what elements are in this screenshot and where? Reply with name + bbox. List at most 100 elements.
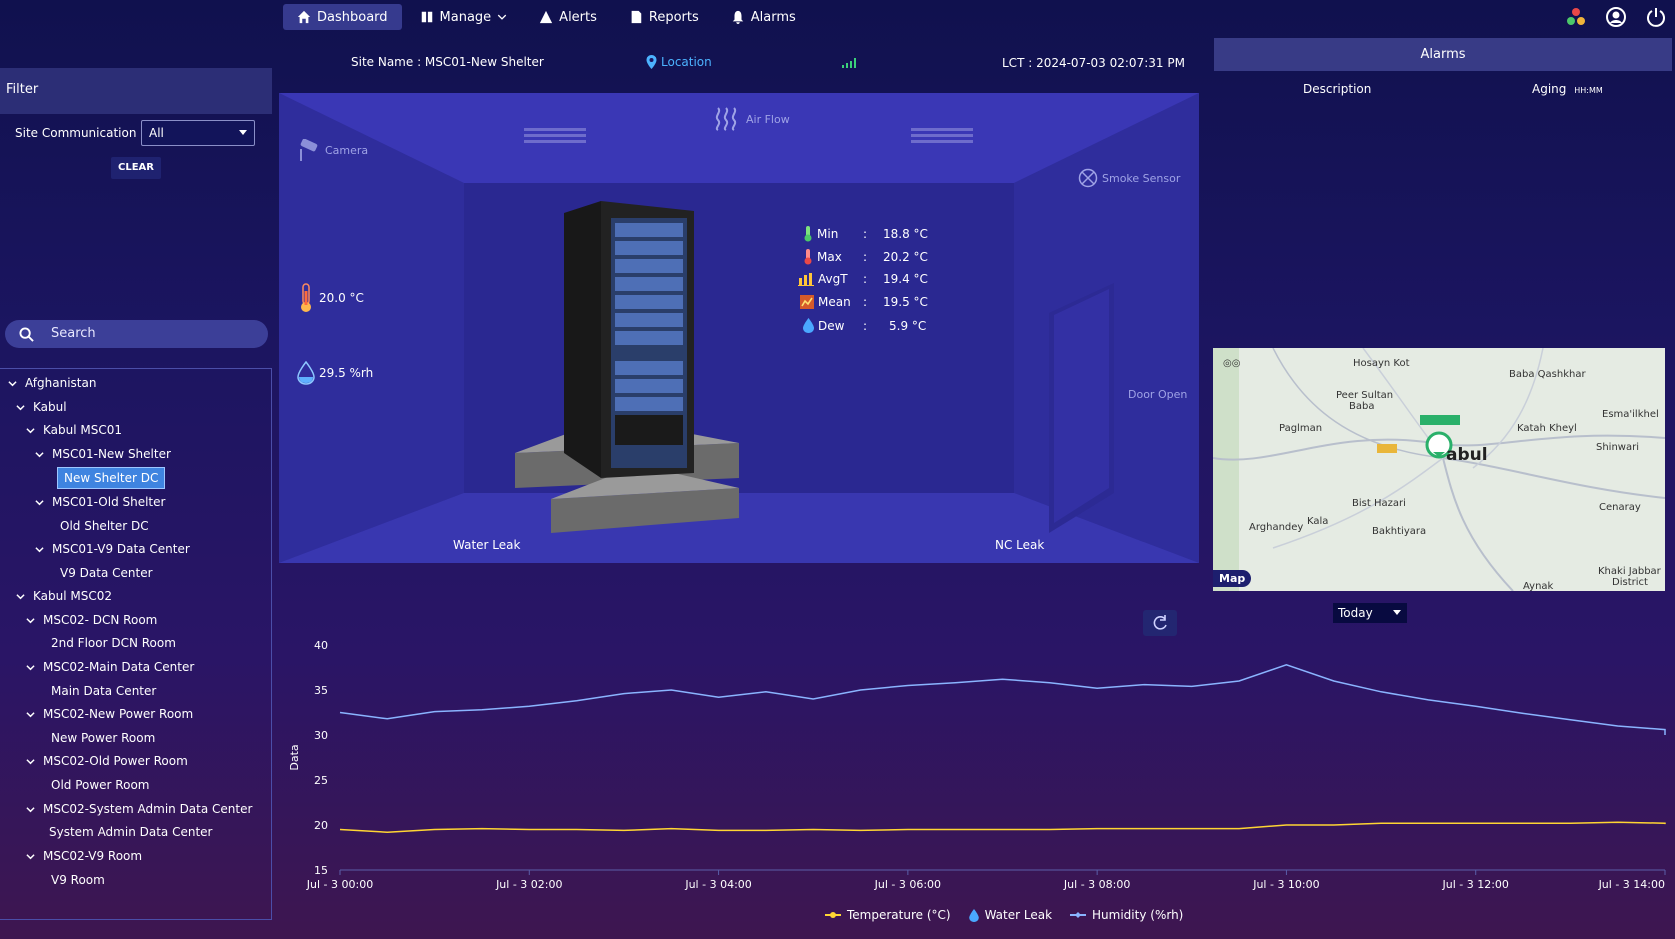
series-line: [339, 821, 1666, 833]
map-layer-icon[interactable]: ◎◎: [1223, 358, 1240, 369]
tree-label: Afghanistan: [25, 376, 97, 390]
aging-label: Aging: [1532, 82, 1567, 96]
tree-node[interactable]: Afghanistan: [8, 376, 96, 390]
user-icon[interactable]: [1605, 6, 1627, 28]
dew-drop-icon: [803, 318, 814, 333]
location-link[interactable]: Location: [646, 55, 712, 69]
legend-item[interactable]: Humidity (%rh): [1070, 908, 1183, 922]
tree-node[interactable]: MSC02-New Power Room: [26, 707, 193, 721]
tree-label: V9 Room: [51, 873, 105, 887]
chevron-down-icon: [16, 404, 25, 410]
stat-label: Mean: [818, 295, 851, 309]
site-tree: Afghanistan Kabul Kabul MSC01 MSC01-New …: [0, 368, 272, 920]
nav-alarms[interactable]: Alarms: [717, 4, 810, 30]
map-label: Baba Qashkhar: [1509, 369, 1586, 380]
site-communication-select[interactable]: All: [141, 120, 255, 146]
tree-node[interactable]: Main Data Center: [51, 684, 156, 698]
chart-canvas: 15 20 25 30 35 40 Jul - 3 00:00 Jul - 3 02:00 Ju…: [288, 639, 1666, 891]
water-drop-icon: [297, 361, 315, 385]
tree-node[interactable]: MSC02-Old Power Room: [26, 754, 188, 768]
tree-node[interactable]: MSC01-V9 Data Center: [35, 542, 190, 556]
x-tick-label: Jul - 3 08:00: [1063, 878, 1130, 890]
legend-item[interactable]: Water Leak: [968, 908, 1052, 922]
site-map[interactable]: ◎◎ Hosayn Kot Baba Qashkhar Peer Sultan …: [1213, 348, 1665, 591]
nc-leak-label: NC Leak: [995, 538, 1045, 552]
tree-node[interactable]: V9 Room: [51, 873, 105, 887]
tree-node[interactable]: New Power Room: [51, 731, 155, 745]
search-input[interactable]: Search: [5, 320, 268, 348]
top-icons: [1565, 6, 1667, 28]
tree-node[interactable]: Kabul MSC02: [16, 589, 112, 603]
warning-icon: [540, 10, 553, 24]
tree-node-selected[interactable]: New Shelter DC: [57, 467, 166, 489]
water-leak-label: Water Leak: [453, 538, 521, 552]
document-icon: [631, 10, 642, 24]
map-label: Bist Hazari: [1352, 498, 1406, 509]
tree-node[interactable]: MSC01-New Shelter: [35, 447, 171, 461]
stat-max: Max : 20.2 °C: [803, 249, 928, 265]
tree-label: Kabul MSC01: [43, 423, 123, 437]
chevron-down-icon: [497, 14, 507, 20]
nav-alerts[interactable]: Alerts: [525, 4, 611, 30]
thermometer-low-icon: [804, 226, 812, 242]
alarms-col-aging[interactable]: Aging HH:MM: [1532, 82, 1603, 96]
tree-label: V9 Data Center: [60, 566, 153, 580]
alarms-panel-title: Alarms: [1214, 38, 1672, 71]
tree-node[interactable]: Old Shelter DC: [60, 519, 149, 533]
theme-dots-icon[interactable]: [1565, 6, 1587, 28]
stat-value: 20.2 °C: [883, 250, 928, 264]
tree-node[interactable]: MSC02-Main Data Center: [26, 660, 194, 674]
clear-button[interactable]: CLEAR: [111, 157, 161, 179]
map-button[interactable]: Map: [1213, 570, 1252, 587]
tree-node[interactable]: Kabul MSC01: [26, 423, 122, 437]
top-bar: Dashboard Manage Alerts Reports Alarms: [0, 0, 1675, 36]
range-select[interactable]: Today: [1333, 603, 1407, 623]
humidity-reading: 29.5 %rh: [297, 361, 373, 385]
nav-alerts-label: Alerts: [559, 9, 597, 25]
stat-value: 19.5 °C: [883, 295, 928, 309]
home-icon: [297, 10, 311, 24]
legend-item[interactable]: Temperature (°C): [825, 908, 951, 922]
x-tick-label: Jul - 3 04:00: [684, 878, 751, 890]
tree-node[interactable]: V9 Data Center: [60, 566, 153, 580]
tree-node[interactable]: MSC02- DCN Room: [26, 613, 157, 627]
tree-label: Main Data Center: [51, 684, 157, 698]
nav-reports[interactable]: Reports: [615, 4, 713, 30]
chevron-down-icon: [26, 427, 35, 433]
chevron-down-icon: [26, 758, 35, 764]
map-label: Peer Sultan: [1336, 390, 1394, 401]
tree-node[interactable]: MSC02-V9 Room: [26, 849, 142, 863]
camera-icon: [300, 139, 318, 161]
alarms-col-description[interactable]: Description: [1303, 82, 1371, 96]
map-label: Cenaray: [1599, 502, 1641, 513]
thermometer-high-icon: [804, 249, 812, 265]
map-roads: [1213, 348, 1665, 591]
tree-node[interactable]: Kabul: [16, 400, 67, 414]
y-tick-label: 25: [314, 774, 328, 787]
x-tick-label: Jul - 3 02:00: [495, 878, 562, 890]
map-city-label: abul: [1446, 445, 1488, 465]
power-icon[interactable]: [1645, 6, 1667, 28]
stat-colon: :: [863, 250, 868, 264]
tree-node[interactable]: MSC01-Old Shelter: [35, 495, 165, 509]
nav-manage[interactable]: Manage: [406, 4, 522, 30]
door-label: Door Open: [1128, 388, 1188, 401]
chevron-down-icon: [35, 451, 44, 457]
chevron-down-icon: [26, 617, 35, 623]
site-communication-label: Site Communication: [15, 126, 137, 140]
nav-reports-label: Reports: [648, 9, 699, 25]
map-label: Arghandey: [1249, 522, 1304, 533]
stat-label: Dew: [818, 318, 845, 333]
chevron-down-icon: [26, 664, 35, 670]
chart-legend: Temperature (°C) Water Leak Humidity (%r…: [825, 908, 1183, 922]
camera-label: Camera: [325, 143, 369, 157]
tree-node[interactable]: System Admin Data Center: [49, 825, 212, 839]
legend-label: Temperature (°C): [847, 908, 951, 922]
tree-node[interactable]: 2nd Floor DCN Room: [51, 636, 176, 650]
sensor-chart: 15 20 25 30 35 40 Jul - 3 00:00 Jul - 3 02:00 Ju…: [280, 630, 1670, 891]
tree-node[interactable]: MSC02-System Admin Data Center: [26, 802, 252, 816]
tree-node[interactable]: Old Power Room: [51, 778, 149, 792]
map-label: Khaki Jabbar: [1598, 566, 1661, 577]
nav-dashboard[interactable]: Dashboard: [283, 4, 402, 30]
airflow-indicator: Air Flow: [714, 106, 790, 132]
